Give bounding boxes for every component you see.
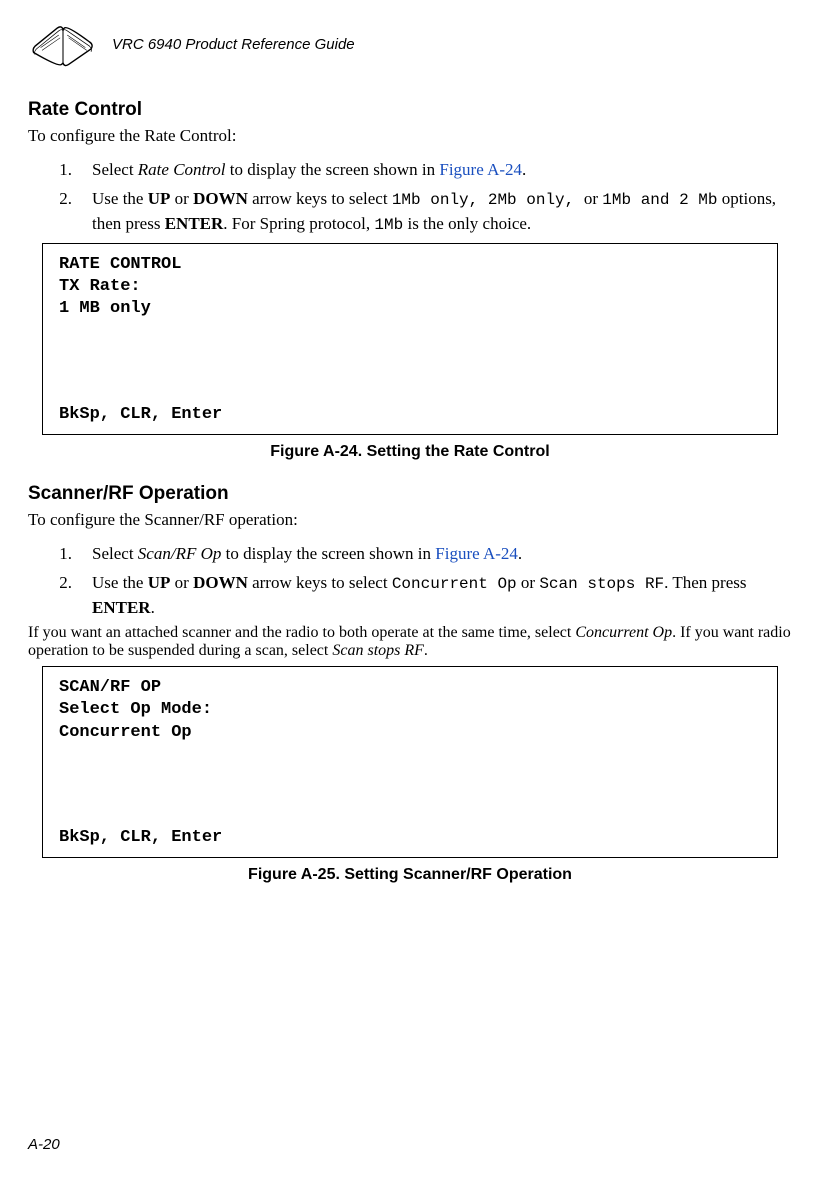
header-title: VRC 6940 Product Reference Guide [112,36,355,53]
list-item: 1. Select Scan/RF Op to display the scre… [28,542,792,567]
step-number: 2. [54,571,72,621]
scanner-rf-heading: Scanner/RF Operation [28,483,792,505]
step-number: 1. [54,542,72,567]
figure-caption: Figure A-25. Setting Scanner/RF Operatio… [28,866,792,884]
screen-line: SCAN/RF OP [59,677,761,699]
figure-link[interactable]: Figure A-24 [439,160,522,179]
step-body: Select Scan/RF Op to display the screen … [92,542,792,567]
step-body: Select Rate Control to display the scree… [92,158,792,183]
scanner-rf-intro: To configure the Scanner/RF operation: [28,509,792,532]
screen-line: Concurrent Op [59,722,761,744]
book-icon [28,14,98,75]
list-item: 2. Use the UP or DOWN arrow keys to sele… [28,187,792,237]
step-note: If you want an attached scanner and the … [28,624,792,660]
screen-line: RATE CONTROL [59,254,761,276]
figure-link[interactable]: Figure A-24 [435,544,518,563]
step-body: Use the UP or DOWN arrow keys to select … [92,187,792,237]
screen-line: 1 MB only [59,298,761,320]
screen-line: TX Rate: [59,276,761,298]
page-number: A-20 [28,1136,60,1153]
rate-control-screen: RATE CONTROL TX Rate: 1 MB only BkSp, CL… [42,243,778,435]
screen-line: Select Op Mode: [59,699,761,721]
list-item: 1. Select Rate Control to display the sc… [28,158,792,183]
step-body: Use the UP or DOWN arrow keys to select … [92,571,792,621]
figure-caption: Figure A-24. Setting the Rate Control [28,443,792,461]
rate-control-steps: 1. Select Rate Control to display the sc… [28,158,792,237]
list-item: 2. Use the UP or DOWN arrow keys to sele… [28,571,792,621]
rate-control-intro: To configure the Rate Control: [28,125,792,148]
page-header: VRC 6940 Product Reference Guide [28,14,792,75]
step-number: 1. [54,158,72,183]
rate-control-heading: Rate Control [28,99,792,121]
screen-footer: BkSp, CLR, Enter [59,404,222,426]
step-number: 2. [54,187,72,237]
screen-footer: BkSp, CLR, Enter [59,827,222,849]
scanner-rf-screen: SCAN/RF OP Select Op Mode: Concurrent Op… [42,666,778,858]
scanner-rf-steps: 1. Select Scan/RF Op to display the scre… [28,542,792,620]
